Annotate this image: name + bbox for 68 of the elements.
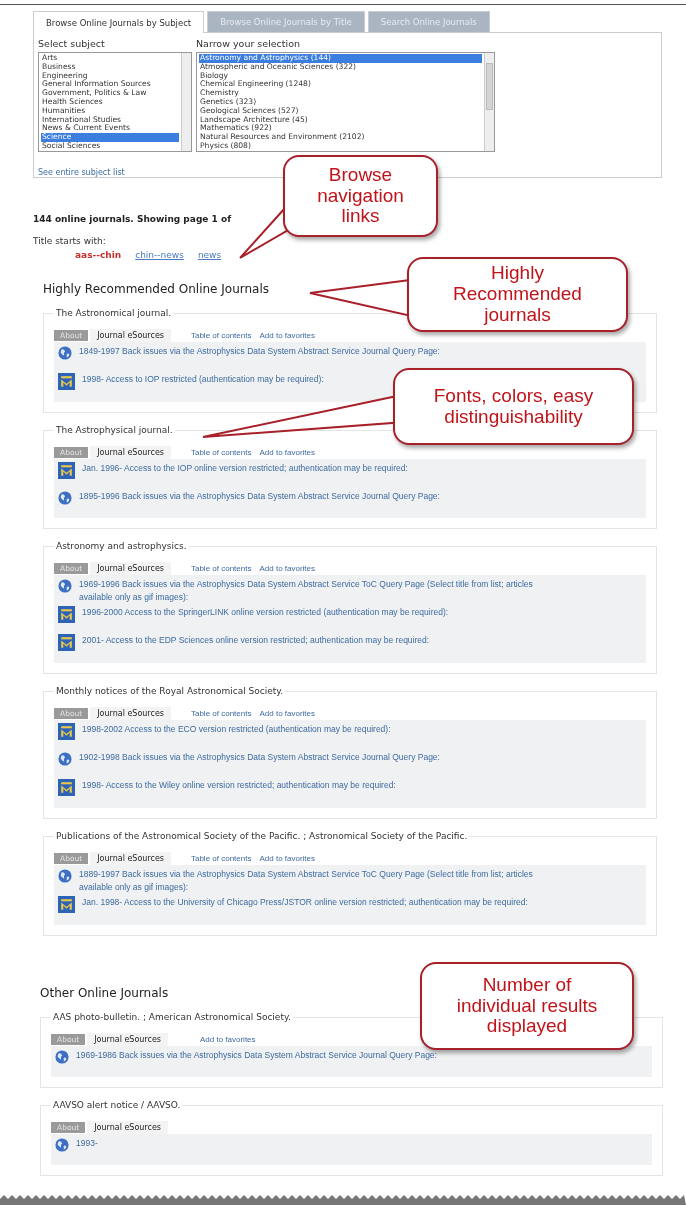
source-link[interactable]: 1902-1998 Back issues via the Astrophysics Data System Abstract Service Journal Query Page:	[79, 751, 440, 764]
publisher-logo-icon	[58, 779, 75, 796]
journal-tab[interactable]: Journal eSources	[90, 446, 171, 459]
section-heading: Other Online Journals	[40, 986, 169, 1000]
scrollbar[interactable]	[181, 53, 191, 151]
source-link[interactable]: 1969-1996 Back issues via the Astrophysics Data System Abstract Service ToC Query Page (Select title from list; articles available only as gif images):	[79, 578, 554, 604]
source-link[interactable]: 1996-2000 Access to the SpringerLINK online version restricted (authentication may be required):	[82, 606, 449, 619]
list-label: Narrow your selection	[196, 38, 302, 49]
journal-link[interactable]: Add to favorites	[259, 564, 316, 573]
source-link[interactable]: 1895-1996 Back issues via the Astrophysics Data System Abstract Service Journal Query Page:	[79, 490, 440, 503]
source-link[interactable]: 1969-1986 Back issues via the Astrophysics Data System Abstract Service Journal Query Page:	[76, 1049, 437, 1062]
source-link[interactable]: Jan. 1998- Access to the University of Chicago Press/JSTOR online version restricted; authentication may be required:	[82, 896, 528, 909]
source-link[interactable]: 1998- Access to IOP restricted (authentication may be required):	[82, 373, 324, 386]
title-range-link[interactable]: chin--news	[135, 250, 184, 260]
publisher-logo-icon	[58, 723, 75, 740]
globe-icon	[58, 579, 72, 593]
source-link[interactable]: 1998-2002 Access to the ECO version restricted (authentication may be required):	[82, 723, 391, 736]
journal-tab[interactable]: Journal eSources	[90, 562, 171, 575]
journal-link[interactable]: Table of contents	[190, 448, 252, 457]
source-link[interactable]: 1993-	[76, 1137, 98, 1150]
journal-link[interactable]: Table of contents	[190, 564, 252, 573]
journal-title: Publications of the Astronomical Society of the Pacific. ; Astronomical Society of the Pacific.	[55, 831, 469, 841]
globe-icon	[55, 1050, 69, 1064]
source-link[interactable]: 2001- Access to the EDP Sciences online version restricted; authentication may be required:	[82, 634, 430, 647]
subject-list-link[interactable]: See entire subject list	[38, 168, 125, 177]
journal-title: AAS photo-bulletin. ; American Astronomical Society.	[52, 1012, 292, 1022]
callout: Number of individual results displayed	[420, 962, 634, 1050]
journal-link[interactable]: Add to favorites	[259, 709, 316, 718]
browse-tab[interactable]: Browse Online Journals by Subject	[33, 11, 205, 33]
journal-link[interactable]: Add to favorites	[259, 331, 316, 340]
journal-title: AAVSO alert notice / AAVSO.	[52, 1100, 182, 1110]
title-starts-label: Title starts with:	[33, 236, 106, 246]
source-link[interactable]: 1849-1997 Back issues via the Astrophysics Data System Abstract Service Journal Query Page:	[79, 345, 440, 358]
journal-title: The Astronomical journal.	[55, 308, 173, 318]
journal-link[interactable]: Table of contents	[190, 331, 252, 340]
journal-link[interactable]: Add to favorites	[259, 854, 316, 863]
journal-link[interactable]: Table of contents	[190, 709, 252, 718]
publisher-logo-icon	[58, 634, 75, 651]
globe-icon	[58, 491, 72, 505]
journal-link[interactable]: Add to favorites	[199, 1035, 256, 1044]
journal-tab[interactable]: Journal eSources	[90, 852, 171, 865]
journal-title: Astronomy and astrophysics.	[55, 541, 188, 551]
title-range-link[interactable]: aas--chin	[75, 250, 122, 260]
source-link[interactable]: 1998- Access to the Wiley online version restricted; authentication may be required:	[82, 779, 396, 792]
scrollbar[interactable]	[484, 53, 494, 151]
journal-link[interactable]: Table of contents	[190, 854, 252, 863]
publisher-logo-icon	[58, 373, 75, 390]
source-link[interactable]: 1889-1997 Back issues via the Astrophysics Data System Abstract Service ToC Query Page (Select title from list; articles available only as gif images):	[79, 868, 554, 894]
journal-tab[interactable]: Journal eSources	[90, 707, 171, 720]
title-range-link[interactable]: news	[197, 250, 222, 260]
globe-icon	[55, 1138, 69, 1152]
journal-tab[interactable]: Journal eSources	[87, 1033, 168, 1046]
section-heading: Highly Recommended Online Journals	[43, 282, 270, 296]
publisher-logo-icon	[58, 606, 75, 623]
globe-icon	[58, 752, 72, 766]
journal-title: The Astrophysical journal.	[55, 425, 174, 435]
journal-tab[interactable]: Journal eSources	[87, 1121, 168, 1134]
journal-tab[interactable]: Journal eSources	[90, 329, 171, 342]
publisher-logo-icon	[58, 896, 75, 913]
globe-icon	[58, 869, 72, 883]
journal-link[interactable]: Add to favorites	[259, 448, 316, 457]
publisher-logo-icon	[58, 462, 75, 479]
globe-icon	[58, 346, 72, 360]
results-summary: 144 online journals. Showing page 1 of	[33, 214, 232, 224]
source-link[interactable]: Jan. 1996- Access to the IOP online version restricted; authentication may be required:	[82, 462, 408, 475]
journal-title: Monthly notices of the Royal Astronomical Society.	[55, 686, 285, 696]
list-label: Select subject	[38, 38, 106, 49]
narrow-listbox[interactable]	[196, 52, 495, 152]
